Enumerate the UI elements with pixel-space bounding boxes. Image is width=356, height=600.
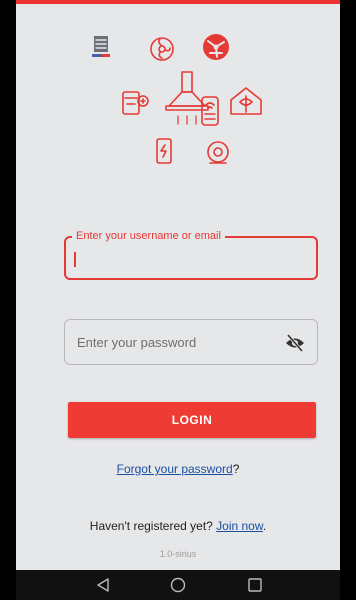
smart-plug-icon <box>201 96 219 126</box>
sensor-icon <box>207 141 229 164</box>
password-input[interactable] <box>65 320 317 364</box>
kettle-icon <box>122 91 149 115</box>
forgot-password-row: Forgot your password? <box>16 462 340 476</box>
system-navbar <box>16 570 340 600</box>
back-icon[interactable] <box>94 577 112 593</box>
login-button[interactable]: LOGIN <box>68 402 316 438</box>
fan-icon <box>150 37 174 61</box>
username-input[interactable] <box>66 238 316 278</box>
brand-logo-icon <box>92 36 110 57</box>
forgot-suffix: ? <box>232 462 240 476</box>
recents-icon[interactable] <box>246 577 264 593</box>
username-field[interactable]: Enter your username or email <box>64 229 318 280</box>
text-cursor <box>74 252 76 267</box>
register-suffix: . <box>262 519 267 533</box>
smartphone-icon <box>156 138 172 164</box>
join-now-link[interactable]: Join now <box>216 519 263 533</box>
ceiling-fan-icon <box>203 34 229 60</box>
password-field[interactable] <box>64 319 318 365</box>
hero-illustration <box>16 4 340 184</box>
version-label: 1.0-sirius <box>159 549 197 559</box>
register-row: Haven't registered yet? Join now. <box>16 519 340 533</box>
home-icon[interactable] <box>169 577 187 593</box>
login-screen: Enter your username or email LOGIN Forgo… <box>16 0 340 570</box>
register-prompt: Haven't registered yet? <box>89 519 217 533</box>
forgot-password-link[interactable]: Forgot your password <box>117 462 233 476</box>
smart-home-icon <box>230 87 262 115</box>
eye-off-icon[interactable] <box>285 334 305 352</box>
